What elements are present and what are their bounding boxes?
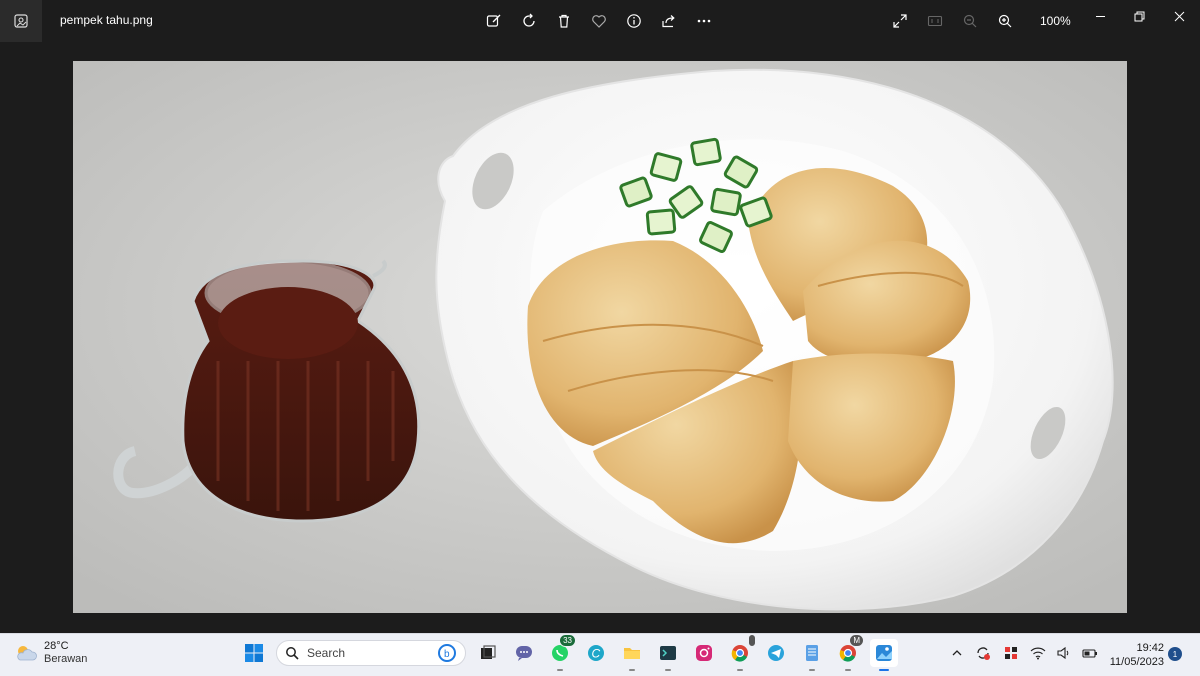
delete-icon[interactable] [554, 11, 574, 31]
whatsapp-badge: 33 [559, 634, 576, 647]
volume-icon[interactable] [1056, 646, 1072, 660]
minimize-icon[interactable] [1090, 6, 1110, 26]
info-icon[interactable] [624, 11, 644, 31]
taskbar: 28°C Berawan Search b 33 C M 19:42 11/05… [0, 633, 1200, 676]
instagram-icon [696, 645, 712, 661]
folder-icon [624, 648, 640, 659]
instagram-button[interactable] [690, 639, 718, 667]
copilot-button[interactable]: C [582, 639, 610, 667]
teams-chat-button[interactable] [510, 639, 538, 667]
start-button[interactable] [240, 639, 268, 667]
svg-text:C: C [592, 647, 601, 661]
title-bar: pempek tahu.png 100% [0, 0, 1200, 42]
zoom-controls: 100% [890, 11, 1071, 31]
chat-icon [516, 646, 532, 661]
windows-icon [245, 644, 263, 662]
svg-text:b: b [444, 649, 450, 660]
chrome-profile-badge: ​ [748, 634, 756, 647]
telegram-icon [768, 645, 784, 661]
wifi-icon[interactable] [1030, 646, 1046, 660]
clock-time: 19:42 [1136, 642, 1164, 654]
search-box[interactable]: Search b [276, 640, 466, 666]
weather-widget[interactable]: 28°C Berawan [14, 640, 87, 666]
weather-temperature: 28°C [44, 640, 69, 652]
image-toolbar [484, 11, 714, 31]
cloudy-icon [17, 646, 37, 661]
file-name: pempek tahu.png [60, 13, 153, 27]
clock[interactable]: 19:42 11/05/2023 [1106, 641, 1164, 669]
photos-button[interactable] [870, 639, 898, 671]
active-indicator [879, 669, 889, 671]
system-tray [950, 644, 1098, 662]
restore-icon[interactable] [1129, 6, 1149, 26]
weather-condition: Berawan [44, 653, 88, 665]
whatsapp-button[interactable]: 33 [546, 634, 576, 671]
app-tray-icon[interactable] [1002, 644, 1020, 662]
running-indicator [665, 669, 671, 671]
terminal-icon [660, 646, 676, 660]
zoom-level[interactable]: 100% [1040, 14, 1071, 28]
chrome-profile-badge: M [849, 634, 864, 647]
search-placeholder: Search [307, 646, 346, 660]
running-indicator [737, 669, 743, 671]
task-view-button[interactable] [474, 639, 502, 667]
bing-icon[interactable]: b [437, 643, 457, 663]
fullscreen-icon[interactable] [890, 11, 910, 31]
chevron-up-icon[interactable] [950, 646, 964, 660]
telegram-button[interactable] [762, 639, 790, 667]
photos-icon [876, 645, 892, 661]
terminal-button[interactable] [654, 639, 682, 671]
c-app-icon: C [588, 645, 604, 661]
actual-size-icon[interactable] [925, 11, 945, 31]
more-icon[interactable] [694, 11, 714, 31]
notepad-button[interactable] [798, 639, 826, 671]
photos-app-icon[interactable] [0, 0, 42, 42]
displayed-photo [73, 61, 1127, 613]
clock-date: 11/05/2023 [1109, 656, 1164, 668]
edit-icon[interactable] [484, 11, 504, 31]
close-icon[interactable] [1169, 6, 1189, 26]
notification-badge[interactable]: 1 [1168, 647, 1182, 661]
window-controls [1090, 6, 1110, 26]
search-icon [286, 647, 299, 660]
zoom-in-icon[interactable] [995, 11, 1015, 31]
zoom-out-icon[interactable] [960, 11, 980, 31]
task-view-icon [481, 645, 496, 659]
running-indicator [809, 669, 815, 671]
window-controls-close [1169, 6, 1189, 26]
window-controls-restore [1129, 6, 1149, 26]
notepad-icon [806, 645, 818, 661]
favorite-icon[interactable] [589, 11, 609, 31]
running-indicator [557, 669, 563, 671]
running-indicator [629, 669, 635, 671]
share-icon[interactable] [659, 11, 679, 31]
file-explorer-button[interactable] [618, 639, 646, 671]
chrome-profile-button[interactable]: M [834, 634, 864, 671]
chrome-button[interactable]: ​ [726, 634, 756, 671]
battery-icon[interactable] [1082, 646, 1098, 660]
chrome-icon [731, 645, 748, 662]
running-indicator [845, 669, 851, 671]
rotate-icon[interactable] [519, 11, 539, 31]
taskbar-apps: Search b 33 C ​ [240, 634, 898, 671]
sync-icon[interactable] [974, 644, 992, 662]
